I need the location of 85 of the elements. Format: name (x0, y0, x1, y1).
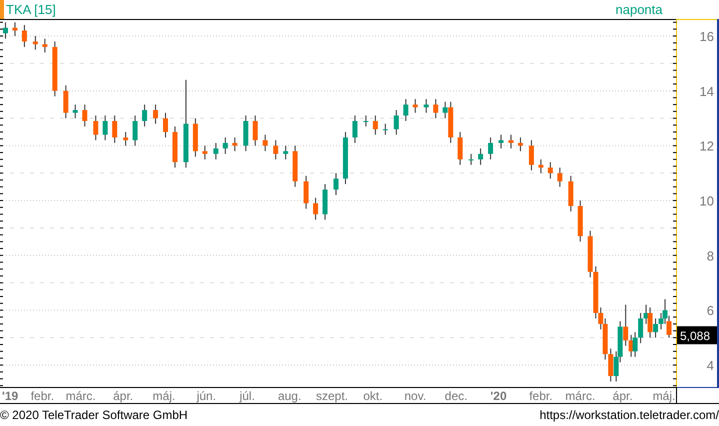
candle (458, 131, 463, 166)
x-tick-label: febr. (529, 389, 553, 403)
candle (528, 140, 534, 171)
candle (578, 200, 583, 242)
candle (433, 98, 438, 119)
x-tick-label: máj. (652, 389, 676, 403)
candle (192, 118, 198, 158)
candle (548, 162, 553, 180)
candle (32, 36, 38, 50)
x-tick-label: '20 (490, 389, 507, 403)
x-tick-label: márc. (66, 389, 96, 403)
x-tick-label: okt. (363, 389, 383, 403)
candle (202, 145, 208, 160)
candle (424, 98, 429, 114)
y-tick-label: 6 (706, 303, 714, 318)
y-tick-label: 8 (706, 248, 714, 264)
candle (172, 126, 178, 168)
candle (112, 115, 118, 144)
candle (222, 136, 228, 154)
candle (93, 115, 98, 141)
x-tick-label: ápr. (113, 389, 134, 403)
symbol-label: TKA [15] (6, 2, 57, 17)
candle (518, 136, 523, 152)
candle (538, 158, 544, 174)
candle (508, 134, 514, 149)
candle (273, 140, 278, 160)
candle (163, 112, 168, 138)
y-tick-label: 10 (700, 194, 714, 209)
candle (82, 104, 88, 127)
series-marker (0, 0, 4, 19)
x-tick-label: dec. (444, 389, 468, 403)
candle (72, 104, 78, 119)
candle (142, 104, 148, 127)
candle (132, 115, 138, 146)
x-tick-label: ápr. (612, 389, 633, 403)
x-tick-label: '19 (2, 389, 18, 403)
candle (352, 115, 358, 144)
candle (412, 98, 418, 114)
x-tick-label: nov. (404, 389, 426, 403)
candle (557, 167, 562, 188)
x-tick-label: aug. (278, 389, 302, 403)
candle (63, 84, 68, 119)
candle (292, 145, 298, 188)
candle (382, 123, 388, 136)
y-tick-label: 16 (700, 29, 714, 44)
candle (283, 145, 288, 160)
candle (22, 24, 27, 48)
candle (372, 115, 378, 136)
website-link[interactable]: https://workstation.teletrader.com/ (540, 408, 719, 422)
x-tick-label: máj. (152, 389, 176, 403)
candle (2, 22, 8, 40)
x-tick-label: júl. (240, 389, 255, 403)
candle (488, 136, 494, 160)
candle (123, 131, 128, 146)
candle (243, 115, 248, 152)
candle (322, 184, 328, 220)
candle (342, 131, 348, 185)
candle (468, 153, 474, 166)
x-tick-label: márc. (565, 389, 596, 403)
candle (304, 175, 309, 210)
candle (363, 115, 368, 127)
candle (252, 115, 258, 146)
x-tick-label: jún. (196, 389, 216, 403)
candle (478, 148, 484, 166)
y-tick-label: 14 (700, 84, 714, 99)
y-tick-label: 4 (706, 358, 714, 374)
candle (334, 172, 338, 196)
last-price-tag: 5,088 (677, 326, 717, 344)
x-tick-label: szept. (316, 389, 348, 403)
candle (403, 98, 408, 122)
candle (102, 115, 108, 141)
candle (498, 134, 504, 149)
candle (42, 38, 48, 53)
candle (213, 142, 218, 160)
candle (313, 197, 318, 220)
candle (262, 134, 268, 152)
candle (153, 104, 158, 124)
y-tick-label: 12 (700, 138, 714, 154)
candle (394, 110, 399, 136)
candle (52, 40, 58, 97)
candle (568, 175, 574, 212)
x-tick-label: febr. (30, 389, 54, 403)
candle (12, 22, 18, 36)
copyright-text: © 2020 TeleTrader Software GmbH (0, 408, 188, 422)
candle (232, 136, 238, 152)
